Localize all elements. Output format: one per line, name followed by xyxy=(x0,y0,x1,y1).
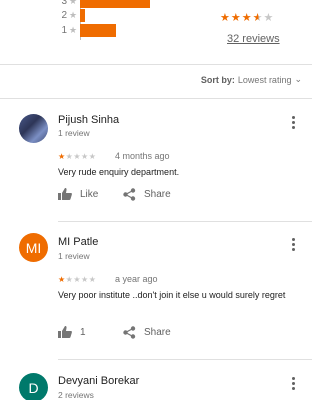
reviewer-name[interactable]: MI Patle xyxy=(58,236,98,248)
avatar[interactable] xyxy=(19,114,48,143)
more-options-icon[interactable] xyxy=(290,116,296,129)
reviewer-review-count: 2 reviews xyxy=(58,390,94,400)
star-icon: ★ xyxy=(263,12,275,24)
star-icon: ★ xyxy=(241,12,253,24)
more-options-icon[interactable] xyxy=(290,377,296,390)
rating-row-label: 3 xyxy=(61,0,67,7)
divider xyxy=(58,221,312,222)
bar-track xyxy=(80,23,180,37)
star-icon: ★ xyxy=(69,0,78,6)
divider xyxy=(58,359,312,360)
star-icon: ★ xyxy=(69,24,78,35)
divider xyxy=(0,64,312,65)
like-label: Like xyxy=(80,188,99,200)
rating-row-2: 2 ★ xyxy=(57,8,79,22)
review-date: a year ago xyxy=(115,274,158,284)
share-label: Share xyxy=(144,327,171,338)
bar-track xyxy=(80,0,180,8)
rating-row-3: 3 ★ xyxy=(57,0,79,8)
sort-dropdown[interactable]: Sort by: Lowest rating ⌄ xyxy=(201,74,302,85)
avatar-initials: MI xyxy=(25,239,42,256)
review-text: Very rude enquiry department. xyxy=(58,167,180,177)
rating-row-label: 1 xyxy=(61,24,67,36)
reviewer-name[interactable]: Devyani Borekar xyxy=(58,375,139,387)
share-label: Share xyxy=(144,189,171,200)
average-rating-stars: ★★★★★ xyxy=(220,11,274,24)
like-count: 1 xyxy=(80,326,86,338)
rating-bar-3 xyxy=(80,0,150,8)
chevron-down-icon: ⌄ xyxy=(294,74,302,84)
review-stars: ★★★★★ xyxy=(58,152,96,161)
like-button[interactable]: 1 xyxy=(58,326,86,338)
share-icon xyxy=(123,188,136,201)
more-options-icon[interactable] xyxy=(290,238,296,251)
review-date: 4 months ago xyxy=(115,151,170,161)
review-text: Very poor institute ..don't join it else… xyxy=(58,290,286,300)
star-icon: ★ xyxy=(58,152,66,161)
star-icon: ★ xyxy=(220,12,231,24)
sort-value: Lowest rating xyxy=(237,74,292,85)
sort-label: Sort by: xyxy=(200,74,235,85)
rating-summary: 3 ★ 2 ★ 1 ★ ★★★★★ 32 reviews xyxy=(0,0,312,66)
share-icon xyxy=(123,326,136,339)
reviews-count-link[interactable]: 32 reviews xyxy=(227,33,280,45)
star-icon: ★ xyxy=(58,275,66,284)
avatar[interactable]: D xyxy=(19,373,48,400)
like-button[interactable]: Like xyxy=(58,188,98,200)
review-stars: ★★★★★ xyxy=(58,275,96,284)
star-icon: ★★★★ xyxy=(65,275,97,284)
share-button[interactable]: Share xyxy=(123,326,171,339)
avatar[interactable]: MI xyxy=(19,233,48,262)
divider xyxy=(0,98,312,99)
rating-bar-2 xyxy=(80,9,85,22)
rating-row-1: 1 ★ xyxy=(57,23,79,37)
share-button[interactable]: Share xyxy=(123,188,171,201)
thumbs-up-icon xyxy=(58,188,72,200)
half-star-icon: ★ xyxy=(252,12,264,24)
star-icon: ★ xyxy=(230,12,242,24)
star-icon: ★★★★ xyxy=(65,152,97,161)
avatar-initials: D xyxy=(28,379,39,396)
thumbs-up-icon xyxy=(58,326,72,338)
reviewer-name[interactable]: Pijush Sinha xyxy=(58,114,119,126)
reviewer-review-count: 1 review xyxy=(58,251,90,261)
bar-track xyxy=(80,8,180,22)
reviewer-review-count: 1 review xyxy=(58,128,90,138)
rating-bar-1 xyxy=(80,24,116,37)
star-icon: ★ xyxy=(69,9,78,20)
rating-row-label: 2 xyxy=(61,9,67,21)
